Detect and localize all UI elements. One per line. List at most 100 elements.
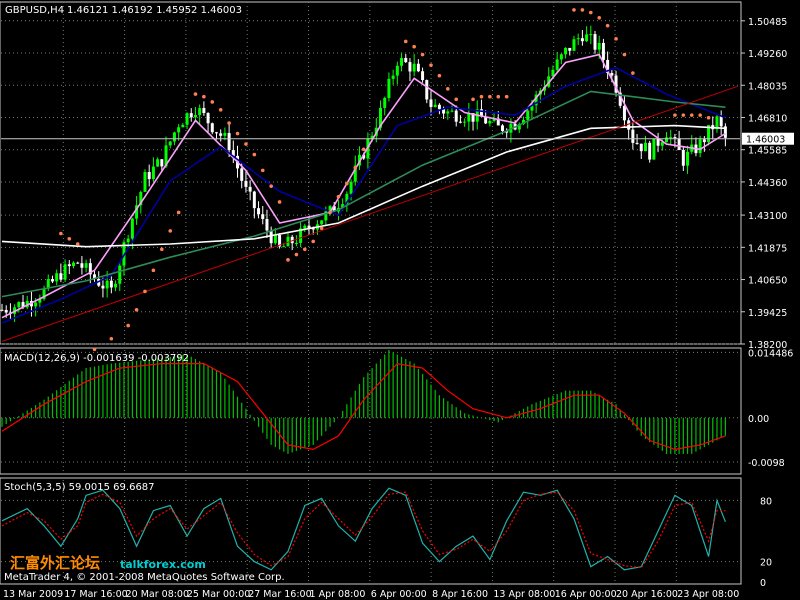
candle-body[interactable]: [143, 172, 147, 192]
candle-body[interactable]: [189, 113, 193, 118]
candle-body[interactable]: [412, 63, 416, 72]
candle-body[interactable]: [395, 65, 399, 76]
candle-body[interactable]: [202, 108, 206, 114]
candle-body[interactable]: [219, 133, 223, 136]
candle-body[interactable]: [59, 273, 63, 280]
candle-body[interactable]: [555, 59, 559, 70]
candle-body[interactable]: [193, 114, 197, 118]
candle-body[interactable]: [156, 159, 160, 167]
candle-body[interactable]: [261, 214, 265, 220]
candle-body[interactable]: [488, 120, 492, 124]
candle-body[interactable]: [580, 38, 584, 42]
candle-body[interactable]: [265, 219, 269, 231]
candle-body[interactable]: [526, 110, 530, 120]
candle-body[interactable]: [151, 166, 155, 180]
candle-body[interactable]: [114, 283, 118, 288]
candle-body[interactable]: [55, 273, 59, 282]
candle-body[interactable]: [665, 137, 669, 143]
candle-body[interactable]: [669, 137, 673, 139]
candle-body[interactable]: [437, 104, 441, 110]
candle-body[interactable]: [391, 75, 395, 79]
candle-body[interactable]: [648, 142, 652, 160]
candle-body[interactable]: [559, 54, 563, 60]
candle-body[interactable]: [252, 191, 256, 209]
candle-body[interactable]: [257, 208, 261, 215]
candle-body[interactable]: [273, 234, 277, 244]
candle-body[interactable]: [282, 246, 286, 248]
price-chart-window[interactable]: 13 Mar 2009 17 Mar 16:0020 Mar 08:0025 Ma…: [0, 0, 800, 600]
candle-body[interactable]: [673, 137, 677, 139]
candle-body[interactable]: [84, 263, 88, 268]
candle-body[interactable]: [227, 133, 231, 151]
candle-body[interactable]: [635, 142, 639, 144]
candle-body[interactable]: [349, 181, 353, 194]
candle-body[interactable]: [71, 262, 75, 267]
candle-body[interactable]: [698, 139, 702, 154]
candle-body[interactable]: [387, 78, 391, 98]
candle-body[interactable]: [631, 129, 635, 143]
candle-body[interactable]: [181, 124, 185, 128]
candle-body[interactable]: [589, 34, 593, 36]
candle-body[interactable]: [576, 38, 580, 40]
candle-body[interactable]: [303, 225, 307, 229]
candle-body[interactable]: [643, 142, 647, 152]
candle-body[interactable]: [101, 285, 105, 289]
candle-body[interactable]: [269, 230, 273, 244]
candle-body[interactable]: [4, 309, 8, 313]
candle-body[interactable]: [416, 63, 420, 72]
candle-body[interactable]: [105, 280, 109, 289]
candle-body[interactable]: [404, 58, 408, 63]
candle-body[interactable]: [130, 218, 134, 239]
candle-body[interactable]: [593, 34, 597, 50]
candle-body[interactable]: [76, 262, 80, 264]
candle-body[interactable]: [320, 220, 324, 225]
candle-body[interactable]: [463, 121, 467, 123]
candle-body[interactable]: [126, 238, 130, 243]
candle-body[interactable]: [147, 172, 151, 180]
candle-body[interactable]: [50, 279, 54, 282]
candle-body[interactable]: [400, 58, 404, 66]
candle-body[interactable]: [67, 264, 71, 267]
candle-body[interactable]: [0, 309, 4, 311]
candle-body[interactable]: [702, 139, 706, 143]
candle-body[interactable]: [677, 138, 681, 150]
candle-body[interactable]: [564, 47, 568, 55]
candle-body[interactable]: [454, 110, 458, 122]
candle-body[interactable]: [172, 132, 176, 142]
candle-body[interactable]: [109, 280, 113, 288]
candle-body[interactable]: [450, 110, 454, 112]
candle-body[interactable]: [568, 47, 572, 51]
candle-body[interactable]: [601, 42, 605, 60]
candle-body[interactable]: [223, 133, 227, 136]
candle-body[interactable]: [572, 39, 576, 51]
candle-body[interactable]: [240, 168, 244, 181]
candle-body[interactable]: [168, 141, 172, 146]
candle-body[interactable]: [719, 116, 723, 127]
candle-body[interactable]: [421, 71, 425, 81]
candle-body[interactable]: [118, 265, 122, 284]
candle-body[interactable]: [244, 180, 248, 187]
candle-body[interactable]: [458, 121, 462, 123]
candle-body[interactable]: [198, 108, 202, 115]
candle-body[interactable]: [248, 186, 252, 192]
candle-body[interactable]: [294, 242, 298, 244]
candle-body[interactable]: [500, 125, 504, 131]
candle-body[interactable]: [63, 264, 67, 280]
candle-body[interactable]: [185, 113, 189, 125]
candle-body[interactable]: [206, 113, 210, 124]
candle-body[interactable]: [160, 159, 164, 167]
candle-body[interactable]: [34, 302, 38, 307]
candle-body[interactable]: [585, 34, 589, 42]
candle-body[interactable]: [210, 123, 214, 133]
candle-body[interactable]: [681, 149, 685, 166]
candle-body[interactable]: [610, 72, 614, 76]
candle-body[interactable]: [177, 127, 181, 133]
candle-body[interactable]: [686, 151, 690, 166]
candle-body[interactable]: [425, 80, 429, 100]
candle-body[interactable]: [622, 105, 626, 121]
candle-body[interactable]: [80, 263, 84, 268]
candle-body[interactable]: [214, 132, 218, 134]
candle-body[interactable]: [429, 99, 433, 108]
candle-body[interactable]: [652, 138, 656, 160]
candle-body[interactable]: [446, 111, 450, 114]
